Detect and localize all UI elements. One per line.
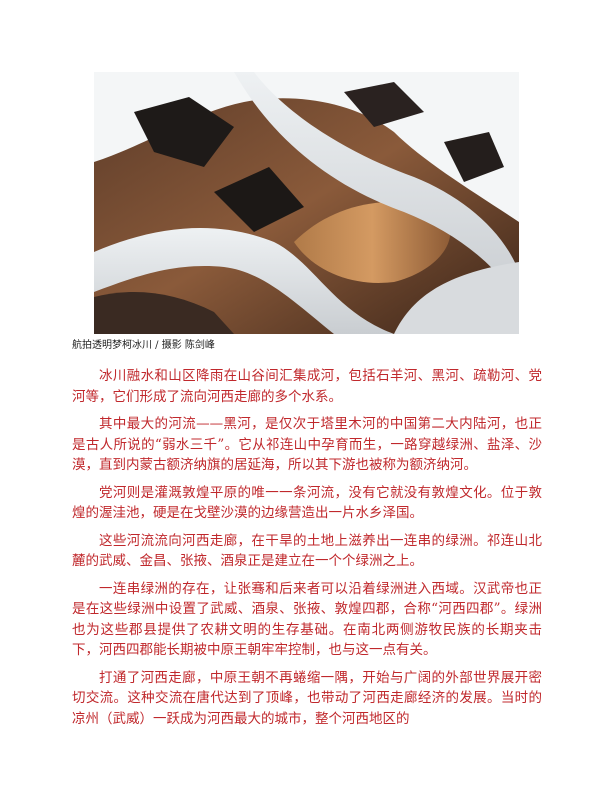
glacier-aerial-photo	[94, 72, 519, 334]
paragraph: 其中最大的河流——黑河，是仅次于塔里木河的中国第二大内陆河，也正是古人所说的“弱…	[72, 416, 542, 473]
paragraph: 这些河流流向河西走廊，在干旱的土地上滋养出一连串的绿洲。祁连山北麓的武威、金昌、…	[72, 532, 542, 570]
article-body: 冰川融水和山区降雨在山谷间汇集成河，包括石羊河、黑河、疏勒河、党河等，它们形成了…	[72, 366, 542, 736]
photo-caption: 航拍透明梦柯冰川 / 摄影 陈剑峰	[72, 340, 215, 351]
paragraph: 党河则是灌溉敦煌平原的唯一一条河流，没有它就没有敦煌文化。位于敦煌的渥洼池，硬是…	[72, 484, 542, 522]
paragraph: 打通了河西走廊，中原王朝不再蜷缩一隅，开始与广阔的外部世界展开密切交流。这种交流…	[72, 669, 542, 727]
paragraph: 冰川融水和山区降雨在山谷间汇集成河，包括石羊河、黑河、疏勒河、党河等，它们形成了…	[72, 368, 542, 405]
paragraph: 一连串绿洲的存在，让张骞和后来者可以沿着绿洲进入西域。汉武帝也正是在这些绿洲中设…	[72, 580, 542, 659]
